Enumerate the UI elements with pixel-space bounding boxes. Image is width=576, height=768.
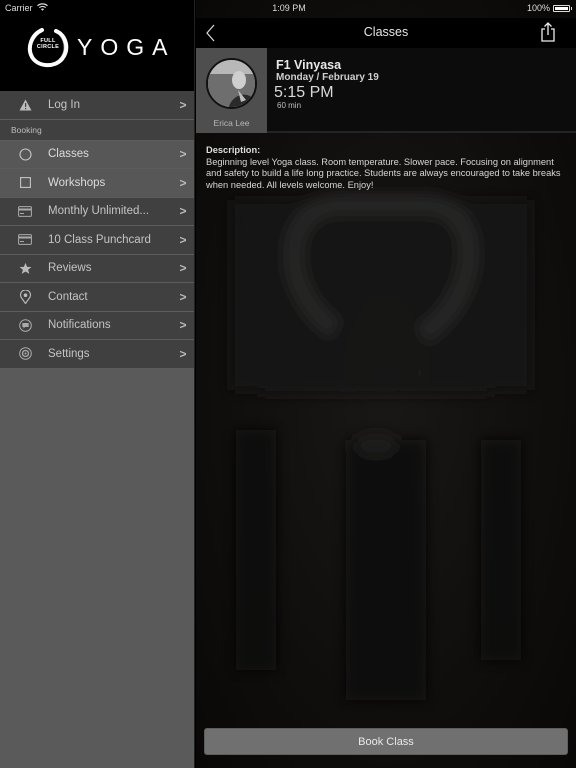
settings-icon <box>0 347 48 361</box>
sidebar-item-log-in[interactable]: Log In > <box>0 91 194 120</box>
status-time: 1:09 PM <box>272 3 306 13</box>
warning-icon <box>0 99 48 111</box>
chevron-right-icon: > <box>179 318 187 333</box>
sidebar-item-10-class-punchcard[interactable]: 10 Class Punchcard > <box>0 226 194 255</box>
chevron-right-icon: > <box>179 289 187 304</box>
nav-title: Classes <box>363 25 409 39</box>
section-label-booking: Booking <box>0 119 194 141</box>
sidebar-item-reviews[interactable]: Reviews > <box>0 254 194 283</box>
instructor-name: Erica Lee <box>213 118 250 128</box>
location-pin-icon <box>0 289 48 304</box>
battery-status: 100% <box>526 3 572 13</box>
sidebar-item-label: Notifications <box>48 319 111 332</box>
svg-text:YOGA: YOGA <box>306 360 443 391</box>
status-bar: Carrier 1:09 PM 100% <box>0 0 576 18</box>
share-icon[interactable] <box>540 21 558 43</box>
sidebar-item-label: Contact <box>48 290 88 303</box>
logo-text-circle: CIRCLE <box>36 44 60 50</box>
sidebar-item-classes[interactable]: Classes > <box>0 140 194 169</box>
class-duration: 60 min <box>277 101 302 110</box>
battery-icon <box>553 4 572 12</box>
app-logo: FULL CIRCLE YOGA <box>26 25 175 69</box>
chat-bubble-icon <box>0 318 48 332</box>
credit-card-icon <box>0 205 48 217</box>
chevron-right-icon: > <box>179 261 187 276</box>
class-name: F1 Vinyasa <box>276 58 342 72</box>
class-date: Monday / February 19 <box>276 72 379 83</box>
chevron-right-icon: > <box>179 232 187 247</box>
instructor-panel[interactable]: Erica Lee <box>196 48 267 133</box>
sidebar-item-label: Settings <box>48 347 90 360</box>
logo-word: YOGA <box>77 33 176 60</box>
instructor-avatar <box>206 58 257 109</box>
sidebar: FULL CIRCLE YOGA Log In > Booking Classe… <box>0 0 195 768</box>
square-icon <box>0 177 48 189</box>
sidebar-item-label: Monthly Unlimited... <box>48 205 149 218</box>
logo-enso-icon: FULL CIRCLE <box>26 25 70 69</box>
sidebar-item-settings[interactable]: Settings > <box>0 340 194 369</box>
class-info: F1 Vinyasa Monday / February 19 5:15 PM … <box>274 58 379 110</box>
chevron-right-icon: > <box>179 175 187 190</box>
chevron-right-icon: > <box>179 97 187 112</box>
circle-icon <box>0 148 48 161</box>
sidebar-item-label: Workshops <box>48 176 106 189</box>
class-detail-panel: YOGA Classes Erica Lee F1 Vinyasa Monday… <box>196 0 576 768</box>
class-time: 5:15 PM <box>274 84 334 101</box>
sidebar-item-label: Classes <box>48 148 89 161</box>
sidebar-item-notifications[interactable]: Notifications > <box>0 311 194 340</box>
chevron-right-icon: > <box>179 147 187 162</box>
sidebar-item-workshops[interactable]: Workshops > <box>0 169 194 198</box>
chevron-right-icon: > <box>179 346 187 361</box>
navigation-bar: Classes <box>196 18 576 48</box>
star-icon <box>0 262 48 275</box>
battery-percent: 100% <box>526 3 550 13</box>
sidebar-item-label: Log In <box>48 98 80 111</box>
sidebar-item-contact[interactable]: Contact > <box>0 283 194 312</box>
sidebar-item-label: 10 Class Punchcard <box>48 233 151 246</box>
description-label: Description: <box>206 145 261 155</box>
chevron-right-icon: > <box>179 204 187 219</box>
description-text: Beginning level Yoga class. Room tempera… <box>206 156 561 190</box>
book-class-button[interactable]: Book Class <box>204 728 568 755</box>
class-card: Erica Lee F1 Vinyasa Monday / February 1… <box>196 48 576 133</box>
credit-card-icon <box>0 234 48 246</box>
sidebar-item-monthly-unlimited[interactable]: Monthly Unlimited... > <box>0 197 194 226</box>
sidebar-menu: Log In > Booking Classes > Workshops > M… <box>0 91 194 369</box>
class-description: Description: Beginning level Yoga class.… <box>206 145 566 191</box>
sidebar-item-label: Reviews <box>48 262 92 275</box>
